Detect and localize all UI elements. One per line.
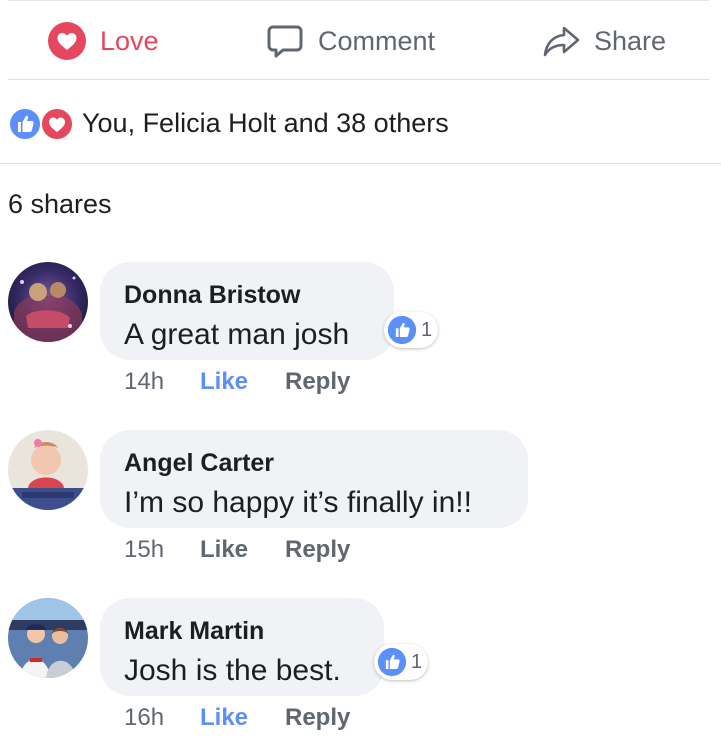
reaction-count: 1 xyxy=(421,318,433,341)
comment-meta: 14h Like Reply xyxy=(124,368,350,396)
comment-bubble[interactable]: Donna Bristow A great man josh xyxy=(100,262,394,360)
comment-like-link[interactable]: Like xyxy=(200,704,285,732)
share-label: Share xyxy=(594,25,667,56)
reactions-summary[interactable]: You, Felicia Holt and 38 others xyxy=(0,100,449,146)
comment-timestamp[interactable]: 16h xyxy=(124,704,200,732)
comment-like-link[interactable]: Like xyxy=(200,536,285,564)
comment-author[interactable]: Mark Martin xyxy=(124,616,360,646)
comment-reply-link[interactable]: Reply xyxy=(285,704,350,732)
reactions-text[interactable]: You, Felicia Holt and 38 others xyxy=(82,108,449,139)
love-reaction-icon xyxy=(40,107,74,141)
share-button[interactable]: Share xyxy=(542,18,666,64)
like-reaction-icon xyxy=(377,647,407,677)
like-reaction-icon xyxy=(8,107,42,141)
comment-reply-link[interactable]: Reply xyxy=(285,536,350,564)
avatar[interactable] xyxy=(8,430,88,510)
avatar-photo xyxy=(8,598,88,678)
comment-label: Comment xyxy=(318,25,436,56)
comment-reaction-badge[interactable]: 1 xyxy=(374,644,429,680)
comment-author[interactable]: Angel Carter xyxy=(124,448,504,478)
comment-author[interactable]: Donna Bristow xyxy=(124,280,370,310)
love-label: Love xyxy=(100,25,159,56)
avatar[interactable] xyxy=(8,598,88,678)
comment-reply-link[interactable]: Reply xyxy=(285,368,350,396)
comment-like-link[interactable]: Like xyxy=(200,368,285,396)
comment-bubble[interactable]: Angel Carter I’m so happy it’s finally i… xyxy=(100,430,528,528)
like-reaction-icon xyxy=(387,315,417,345)
comment-meta: 15h Like Reply xyxy=(124,536,350,564)
divider xyxy=(8,0,709,1)
comment-button[interactable]: Comment xyxy=(266,18,435,64)
avatar-photo xyxy=(8,430,88,510)
comment-timestamp[interactable]: 15h xyxy=(124,536,200,564)
reaction-count: 1 xyxy=(411,650,423,673)
post-action-bar: Love Comment Share xyxy=(0,0,721,80)
love-button[interactable]: Love xyxy=(48,18,159,64)
avatar-photo xyxy=(8,262,88,342)
divider xyxy=(8,79,709,80)
comment-timestamp[interactable]: 14h xyxy=(124,368,200,396)
comment-meta: 16h Like Reply xyxy=(124,704,350,732)
divider xyxy=(0,163,721,164)
heart-icon xyxy=(48,22,86,60)
avatar[interactable] xyxy=(8,262,88,342)
comment-bubble[interactable]: Mark Martin Josh is the best. xyxy=(100,598,384,696)
comment-text: I’m so happy it’s finally in!! xyxy=(124,486,472,519)
comment-text: A great man josh xyxy=(124,318,350,351)
comment-text: Josh is the best. xyxy=(124,654,341,687)
comment-reaction-badge[interactable]: 1 xyxy=(384,312,439,348)
speech-bubble-icon xyxy=(267,25,303,58)
reaction-icons xyxy=(8,106,74,141)
share-arrow-icon xyxy=(543,26,580,57)
shares-count[interactable]: 6 shares xyxy=(8,189,112,220)
